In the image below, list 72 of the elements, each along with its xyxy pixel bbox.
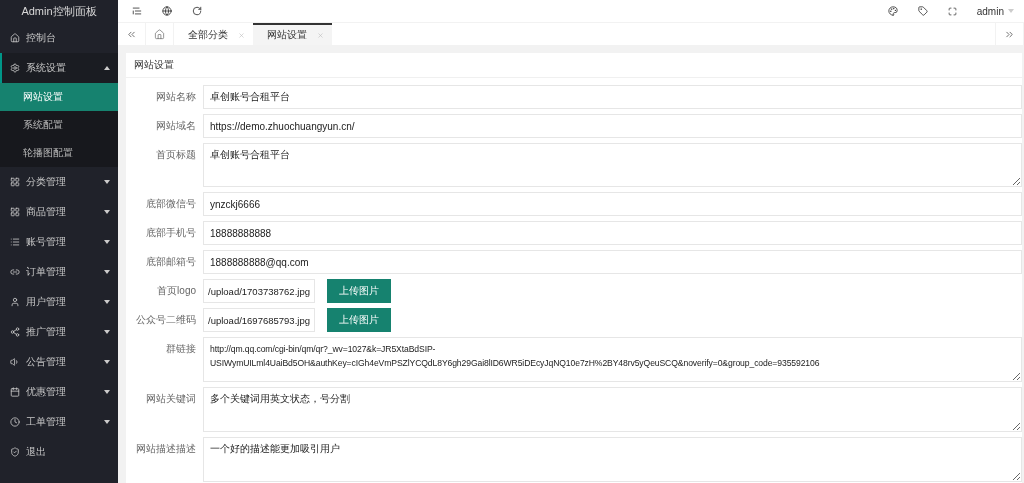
upload-button[interactable]: 上传图片 xyxy=(327,279,391,303)
calendar-icon xyxy=(10,387,20,397)
input-field[interactable]: https://demo.zhuochuangyun.cn/ xyxy=(203,114,1022,138)
caret-icon xyxy=(104,300,110,304)
sidebar-item[interactable]: 用户管理 xyxy=(0,287,118,317)
list-icon xyxy=(10,237,20,247)
sidebar-item[interactable]: 优惠管理 xyxy=(0,377,118,407)
sidebar-item[interactable]: 订单管理 xyxy=(0,257,118,287)
speaker-icon xyxy=(10,357,20,367)
field-label: 网站描述描述 xyxy=(135,442,196,456)
home-icon xyxy=(10,33,20,43)
sidebar-item[interactable]: 商品管理 xyxy=(0,197,118,227)
input-field[interactable]: /upload/1697685793.jpg xyxy=(203,308,315,332)
caret-icon xyxy=(104,420,110,424)
sidebar-item[interactable]: 控制台 xyxy=(0,23,118,53)
text-area[interactable]: 多个关键词用英文状态，号分割 xyxy=(203,387,1022,432)
text-area[interactable]: http://qm.qq.com/cgi-bin/qm/qr?_wv=1027&k=JR5XtaBdSIP-USIWymUILml4UaiBd5OH&authKey=cIGh4eVmPSZlYCQdL8Y6gh29Gai8lID6WR5iDEcyJqNQ10e7zH%2BY48rv5yQeuSCQ&noverify=0&group_code=935592106 xyxy=(203,337,1022,382)
caret-icon xyxy=(104,210,110,214)
shield-icon xyxy=(10,447,20,457)
grid-icon xyxy=(10,207,20,217)
field-label: 网站关键词 xyxy=(145,392,196,406)
sidebar-item[interactable]: 推广管理 xyxy=(0,317,118,347)
menu-icon[interactable] xyxy=(132,6,142,16)
refresh-icon[interactable] xyxy=(192,6,202,16)
submenu-item[interactable]: 系统配置 xyxy=(0,111,118,139)
input-field[interactable]: ynzckj6666 xyxy=(203,192,1022,216)
caret-icon xyxy=(104,360,110,364)
share-icon xyxy=(10,327,20,337)
caret-icon xyxy=(104,330,110,334)
input-field[interactable]: 卓创账号合租平台 xyxy=(203,85,1022,109)
fullscreen-icon[interactable] xyxy=(947,6,957,16)
input-field[interactable]: /upload/1703738762.jpg xyxy=(203,279,315,303)
tab[interactable]: 网站设置 xyxy=(253,23,332,45)
sidebar-item[interactable]: 分类管理 xyxy=(0,167,118,197)
field-label: 公众号二维码 xyxy=(135,313,196,327)
text-area[interactable]: 一个好的描述能更加吸引用户 xyxy=(203,437,1022,482)
field-label: 底部邮箱号 xyxy=(145,255,196,269)
upload-button[interactable]: 上传图片 xyxy=(327,308,391,332)
sidebar-item[interactable]: 系统设置 xyxy=(0,53,118,83)
caret-icon xyxy=(104,390,110,394)
sidebar-item[interactable]: 工单管理 xyxy=(0,407,118,437)
globe-icon[interactable] xyxy=(162,6,172,16)
caret-icon xyxy=(104,270,110,274)
sidebar-title: Admin控制面板 xyxy=(20,4,98,19)
sidebar-item[interactable]: 退出 xyxy=(0,437,118,467)
input-field[interactable]: 18888888888 xyxy=(203,221,1022,245)
home-icon[interactable] xyxy=(154,28,165,40)
tag-icon[interactable] xyxy=(917,6,928,16)
caret-icon xyxy=(104,66,110,70)
user-icon xyxy=(10,297,20,307)
user-menu[interactable]: admin xyxy=(976,5,1014,17)
field-label: 底部手机号 xyxy=(145,226,196,240)
submenu-item[interactable]: 轮播图配置 xyxy=(0,139,118,167)
field-label: 网站域名 xyxy=(155,119,196,133)
caret-icon xyxy=(104,180,110,184)
card-title: 网站设置 xyxy=(126,53,1022,78)
link-icon xyxy=(10,267,20,277)
field-label: 首页logo xyxy=(156,284,196,298)
grid-icon xyxy=(10,177,20,187)
field-label: 群链接 xyxy=(165,342,196,356)
clock-icon xyxy=(10,417,20,427)
input-field[interactable]: 1888888888@qq.com xyxy=(203,250,1022,274)
sidebar-item[interactable]: 账号管理 xyxy=(0,227,118,257)
sidebar-item[interactable]: 公告管理 xyxy=(0,347,118,377)
field-label: 底部微信号 xyxy=(145,197,196,211)
gear-icon xyxy=(10,63,20,73)
submenu-item[interactable]: 网站设置 xyxy=(0,83,118,111)
caret-icon xyxy=(104,240,110,244)
field-label: 首页标题 xyxy=(155,148,196,162)
text-area[interactable]: 卓创账号合租平台 xyxy=(203,143,1022,187)
palette-icon[interactable] xyxy=(887,6,898,16)
field-label: 网站名称 xyxy=(155,90,196,104)
